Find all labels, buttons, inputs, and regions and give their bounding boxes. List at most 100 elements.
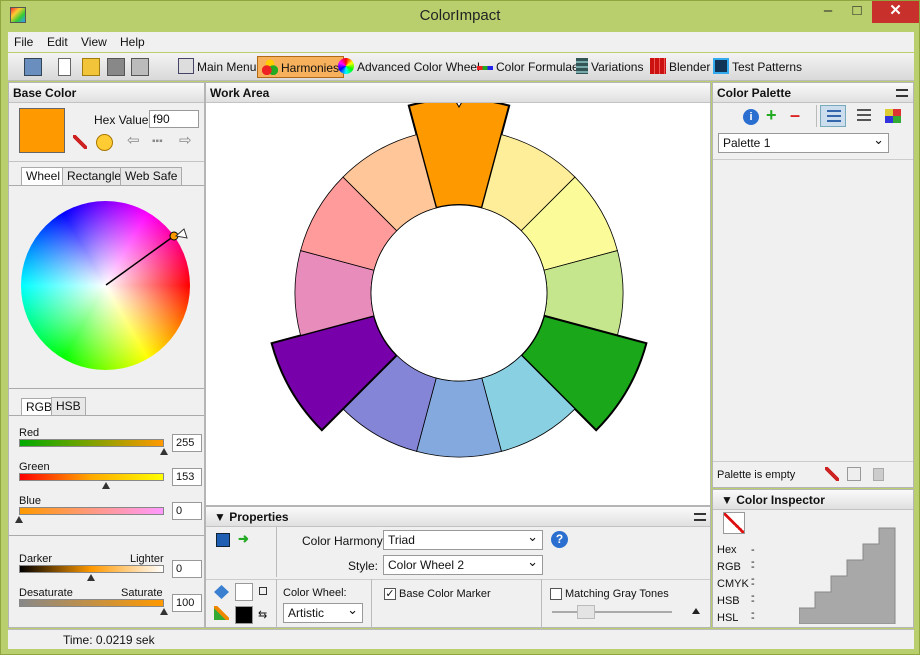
help-icon[interactable]: ?	[551, 531, 568, 548]
divider	[276, 527, 277, 577]
harmony-select[interactable]: Triad	[383, 528, 543, 550]
menu-file[interactable]: File	[14, 35, 33, 49]
blue-slider-thumb[interactable]	[15, 516, 23, 523]
detail-view-icon[interactable]	[857, 109, 871, 123]
background-color-swatch[interactable]	[235, 583, 253, 601]
green-slider-thumb[interactable]	[102, 482, 110, 489]
green-input[interactable]: 153	[172, 468, 202, 486]
remove-icon[interactable]: –	[790, 106, 806, 124]
swap-colors-icon[interactable]: ⇆	[258, 608, 267, 621]
main-menu-button[interactable]: Main Menu	[178, 56, 256, 78]
harmonies-button[interactable]: Harmonies	[257, 56, 345, 78]
tab-wheel[interactable]: Wheel	[21, 167, 66, 185]
red-slider-thumb[interactable]	[160, 448, 168, 455]
tab-web-safe[interactable]: Web Safe	[120, 167, 183, 185]
close-button[interactable]: ✕	[872, 1, 919, 23]
hex-input[interactable]: f90	[149, 110, 199, 128]
base-marker-checkbox[interactable]: ✓	[384, 588, 396, 600]
lightness-slider[interactable]	[19, 565, 164, 573]
open-folder-icon[interactable]	[82, 58, 100, 76]
info-icon[interactable]: i	[743, 109, 759, 125]
blue-input[interactable]: 0	[172, 502, 202, 520]
lightness-slider-thumb[interactable]	[87, 574, 95, 581]
save-icon[interactable]	[216, 533, 230, 547]
gray-tones-slider[interactable]	[552, 611, 672, 613]
desaturate-label: Desaturate	[19, 587, 73, 599]
divider	[206, 579, 710, 580]
fill-bucket-icon[interactable]	[214, 585, 229, 599]
green-slider[interactable]	[19, 473, 164, 481]
tab-rectangle[interactable]: Rectangle	[62, 167, 127, 185]
inspector-label: HSB	[717, 595, 740, 607]
maximize-button[interactable]: □	[842, 1, 872, 23]
eyedropper-icon[interactable]	[73, 135, 87, 149]
formulae-button[interactable]: Color Formulae	[477, 56, 579, 78]
title-bar: ColorImpact – □ ✕	[1, 1, 919, 31]
grid-view-icon[interactable]	[885, 109, 901, 123]
back-arrow-icon[interactable]: ⇦	[127, 133, 141, 148]
work-area-panel: Work Area	[205, 82, 711, 506]
divider	[816, 105, 817, 127]
color-inspector-panel: ▼ Color Inspector Hex - - RGB - - CMYK - - HSB…	[712, 489, 914, 636]
list-view-button[interactable]	[820, 105, 846, 127]
foreground-color-swatch[interactable]	[235, 606, 253, 624]
color-wheel-select[interactable]: Artistic	[283, 601, 363, 623]
pick-color-icon[interactable]	[825, 467, 839, 481]
panel-menu-icon[interactable]	[896, 89, 908, 97]
hex-label: Hex Value:	[94, 113, 152, 127]
hue-line	[105, 235, 175, 286]
save-icon[interactable]	[107, 58, 125, 76]
gray-tones-slider-thumb[interactable]	[577, 605, 595, 619]
pencil-icon[interactable]	[214, 606, 229, 620]
panel-menu-icon[interactable]	[694, 513, 706, 521]
test-patterns-label: Test Patterns	[732, 60, 803, 74]
advanced-wheel-button[interactable]: Advanced Color Wheel	[338, 56, 480, 78]
print-icon[interactable]	[131, 58, 149, 76]
base-color-title: Base Color	[9, 83, 204, 103]
blender-label: Blender	[669, 60, 711, 74]
minimize-button[interactable]: –	[813, 1, 843, 23]
wheel-center	[370, 204, 548, 382]
gray-tones-checkbox[interactable]	[550, 588, 562, 600]
exit-icon[interactable]	[24, 58, 42, 76]
base-color-swatch[interactable]	[19, 108, 65, 153]
app-window: ColorImpact – □ ✕ File Edit View Help Ma…	[0, 0, 920, 655]
menu-help[interactable]: Help	[120, 35, 145, 49]
palette-title: Color Palette	[713, 83, 913, 103]
inspector-label: RGB	[717, 561, 741, 573]
edit-color-icon[interactable]	[847, 467, 861, 481]
harmonies-icon	[262, 59, 278, 75]
smiley-icon[interactable]	[96, 134, 113, 151]
style-select[interactable]: Color Wheel 2	[383, 553, 543, 575]
new-file-icon[interactable]	[58, 58, 71, 76]
menu-edit[interactable]: Edit	[47, 35, 68, 49]
formulae-label: Color Formulae	[496, 60, 579, 74]
red-slider[interactable]	[19, 439, 164, 447]
palette-select[interactable]: Palette 1	[718, 131, 889, 153]
variations-button[interactable]: Variations	[576, 56, 643, 78]
red-input[interactable]: 255	[172, 434, 202, 452]
forward-arrow-icon[interactable]: ⇨	[179, 133, 193, 148]
dropdown-arrow-icon[interactable]: ▪▪▪	[152, 136, 170, 148]
expand-up-icon[interactable]	[692, 608, 700, 614]
menu-view[interactable]: View	[81, 35, 107, 49]
add-icon[interactable]: +	[766, 106, 782, 124]
trash-icon[interactable]	[873, 468, 884, 481]
collapse-icon[interactable]: ▼	[721, 493, 736, 507]
tab-hsb[interactable]: HSB	[51, 397, 86, 415]
test-patterns-button[interactable]: Test Patterns	[713, 56, 802, 78]
blender-button[interactable]: Blender	[650, 56, 710, 78]
saturation-slider-thumb[interactable]	[160, 608, 168, 615]
apply-to-palette-icon[interactable]: ➜	[238, 532, 254, 547]
saturation-input[interactable]: 100	[172, 594, 202, 612]
lightness-input[interactable]: 0	[172, 560, 202, 578]
harmony-wheel-chart[interactable]	[206, 103, 710, 503]
blue-slider[interactable]	[19, 507, 164, 515]
properties-title: Properties	[229, 510, 289, 524]
saturation-slider[interactable]	[19, 599, 164, 607]
blue-label: Blue	[19, 495, 42, 507]
divider	[9, 535, 204, 536]
color-wheel-icon	[338, 58, 354, 74]
collapse-icon[interactable]: ▼	[214, 510, 229, 524]
swap-small-icon[interactable]	[259, 587, 267, 595]
